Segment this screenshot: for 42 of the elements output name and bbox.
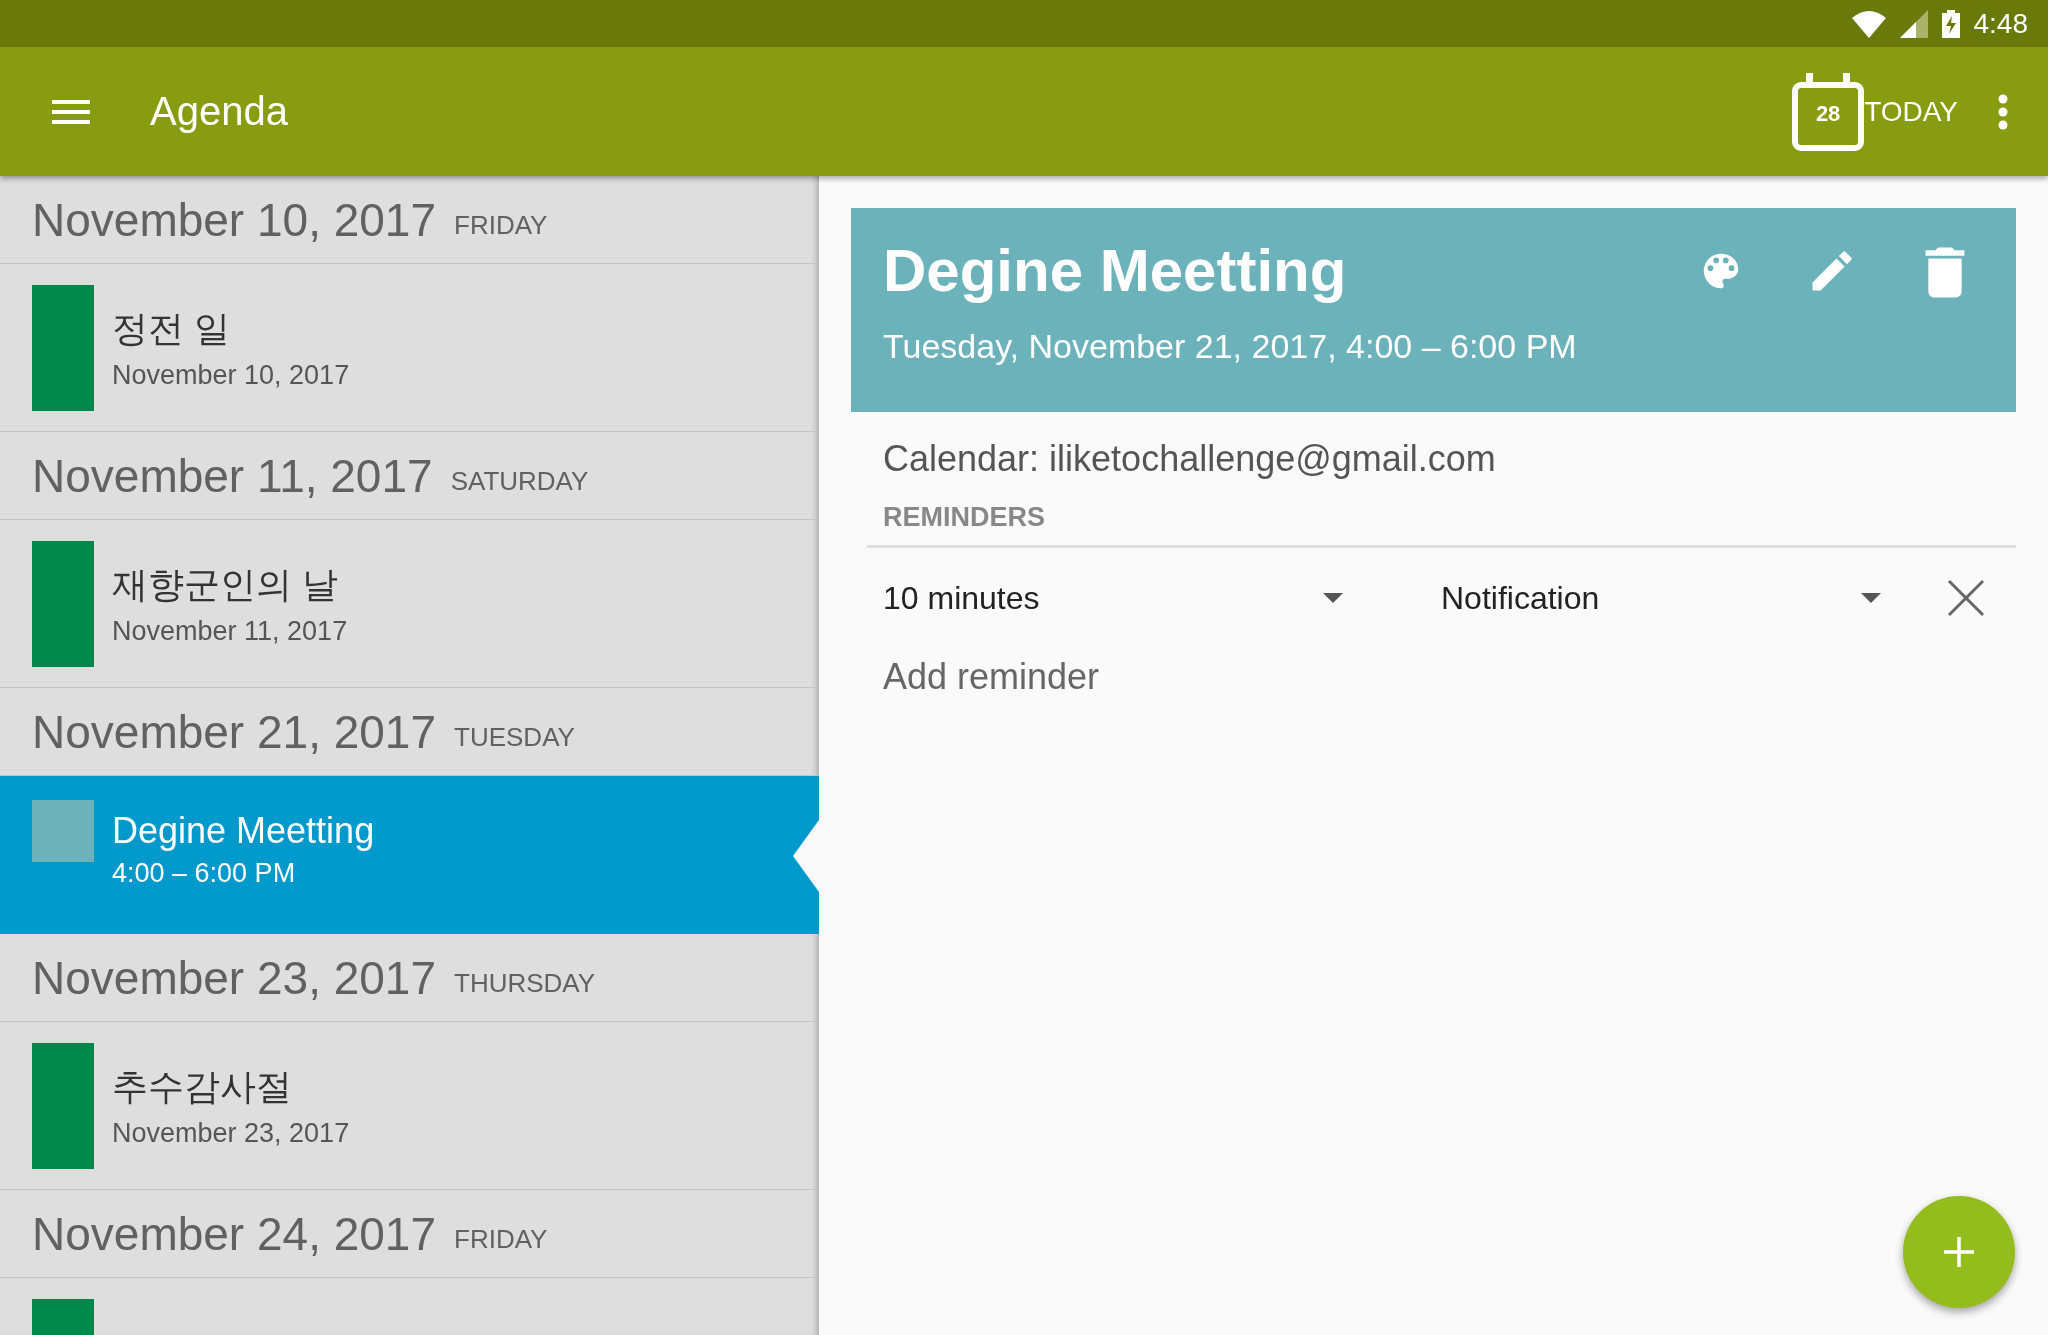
calendar-icon xyxy=(1792,72,1865,151)
event-title: 재향군인의 날 xyxy=(112,562,339,607)
menu-icon[interactable] xyxy=(52,99,90,124)
event-detail-time: Tuesday, November 21, 2017, 4:00 – 6:00 PM xyxy=(883,327,1578,366)
add-plus-icon[interactable] xyxy=(1903,1196,2015,1308)
event-detail-title: Degine Meetting xyxy=(883,236,1348,305)
day-date: November 23, 2017 xyxy=(32,950,437,1005)
day-weekday: THURSDAY xyxy=(454,968,596,999)
day-date: November 24, 2017 xyxy=(32,1206,437,1261)
day-date: November 11, 2017 xyxy=(32,448,433,503)
day-date: November 10, 2017 xyxy=(32,192,437,247)
event-title: 추수감사절 xyxy=(112,1064,293,1109)
day-weekday: SATURDAY xyxy=(450,466,589,497)
calendar-account: Calendar: iliketochallenge@gmail.com xyxy=(883,438,1497,480)
close-icon[interactable] xyxy=(1947,579,1985,617)
day-weekday: FRIDAY xyxy=(454,210,548,241)
dropdown-caret-icon xyxy=(1323,593,1343,603)
event-row[interactable]: 추수감사절 November 23, 2017 xyxy=(0,1022,819,1190)
event-title: Degine Meetting xyxy=(112,810,375,852)
today-date: 28 xyxy=(1814,100,1842,127)
event-subtitle: 4:00 – 6:00 PM xyxy=(112,858,297,889)
more-options-icon[interactable] xyxy=(1998,93,2008,130)
event-subtitle: November 10, 2017 xyxy=(112,359,350,391)
battery-charging-icon xyxy=(1941,9,1960,38)
reminders-label: REMINDERS xyxy=(883,502,1046,534)
dropdown-caret-icon xyxy=(1861,593,1881,603)
signal-icon xyxy=(1899,9,1928,38)
event-row[interactable]: 정전 일 November 10, 2017 xyxy=(0,264,819,432)
event-subtitle: November 11, 2017 xyxy=(112,615,348,647)
reminder-time-dropdown[interactable]: 10 minutes xyxy=(883,579,1343,617)
day-weekday: TUESDAY xyxy=(454,722,575,753)
event-subtitle: November 23, 2017 xyxy=(112,1117,350,1149)
app-title: Agenda xyxy=(150,89,289,134)
event-row[interactable]: 재향군인의 날 November 11, 2017 xyxy=(0,520,819,688)
add-reminder-button[interactable]: Add reminder xyxy=(883,656,1100,698)
event-title: 정전 일 xyxy=(112,306,231,351)
day-weekday: FRIDAY xyxy=(454,1224,548,1255)
status-time: 4:48 xyxy=(1973,7,2028,40)
reminder-method-dropdown[interactable]: Notification xyxy=(1441,579,1881,617)
wifi-icon xyxy=(1851,9,1886,38)
selection-pointer xyxy=(793,820,819,892)
day-date: November 21, 2017 xyxy=(32,704,437,759)
